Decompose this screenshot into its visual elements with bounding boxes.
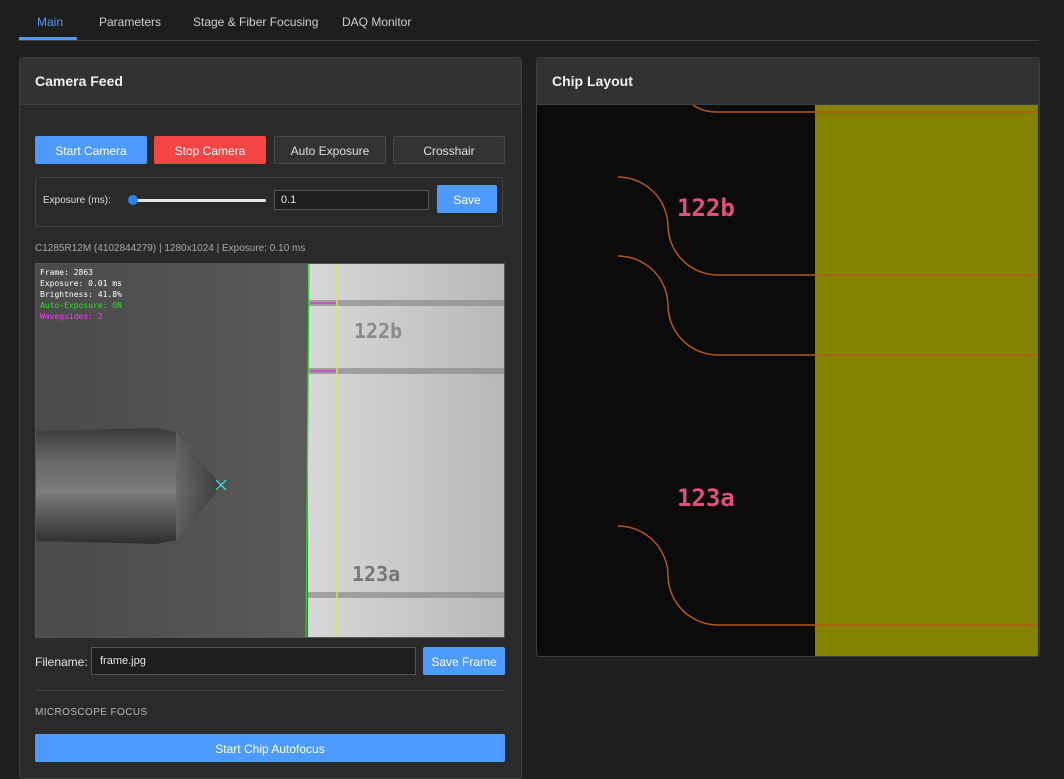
chip-layout-drawing (617, 105, 1038, 656)
start-chip-autofocus-button[interactable]: Start Chip Autofocus (35, 734, 505, 762)
overlay-auto-exposure: Auto-Exposure: ON (40, 301, 122, 310)
camera-chip-label-bottom: 123a (352, 562, 401, 586)
tab-main[interactable]: Main (37, 0, 63, 40)
crosshair-button[interactable]: Crosshair (393, 136, 505, 164)
camera-chip-label-top: 122b (354, 319, 403, 343)
save-frame-button[interactable]: Save Frame (423, 647, 505, 675)
filename-label: Filename: (35, 655, 88, 669)
active-tab-indicator (19, 37, 77, 40)
camera-image (36, 264, 504, 637)
overlay-waveguides: Waveguides: 2 (40, 312, 103, 321)
tab-stage-fiber-focusing[interactable]: Stage & Fiber Focusing (193, 0, 318, 40)
auto-exposure-button[interactable]: Auto Exposure (274, 136, 386, 164)
divider (35, 690, 505, 691)
exposure-slider-handle[interactable] (128, 195, 138, 205)
camera-info: C1285R12M (4102844279) | 1280x1024 | Exp… (35, 243, 306, 254)
exposure-input[interactable] (274, 190, 429, 210)
chip-layout-canvas[interactable]: 122b 123a (537, 105, 1038, 656)
overlay-frame: Frame: 2863 (40, 268, 93, 277)
exposure-slider[interactable] (132, 199, 266, 202)
chip-layout-panel: Chip Layout 122b 123a (536, 57, 1040, 657)
exposure-control: Exposure (ms): Save (35, 177, 503, 227)
exposure-label: Exposure (ms): (43, 195, 111, 206)
microscope-focus-title: MICROSCOPE FOCUS (35, 707, 148, 718)
filename-input[interactable] (91, 647, 416, 675)
camera-view[interactable]: 122b 123a Frame: 2863 Exposure: 0.01 ms … (35, 263, 505, 638)
tab-daq-monitor[interactable]: DAQ Monitor (342, 0, 411, 40)
tab-parameters[interactable]: Parameters (99, 0, 161, 40)
stop-camera-button[interactable]: Stop Camera (154, 136, 266, 164)
camera-feed-panel: Camera Feed Start Camera Stop Camera Aut… (19, 57, 522, 779)
camera-feed-title: Camera Feed (20, 58, 521, 105)
chip-label-top: 122b (677, 194, 735, 222)
chip-layout-title: Chip Layout (537, 58, 1039, 105)
overlay-brightness: Brightness: 41.8% (40, 290, 122, 299)
tab-bar: Main Parameters Stage & Fiber Focusing D… (19, 0, 1039, 41)
overlay-exposure: Exposure: 0.01 ms (40, 279, 122, 288)
chip-label-bottom: 123a (677, 484, 735, 512)
start-camera-button[interactable]: Start Camera (35, 136, 147, 164)
exposure-save-button[interactable]: Save (437, 185, 497, 213)
